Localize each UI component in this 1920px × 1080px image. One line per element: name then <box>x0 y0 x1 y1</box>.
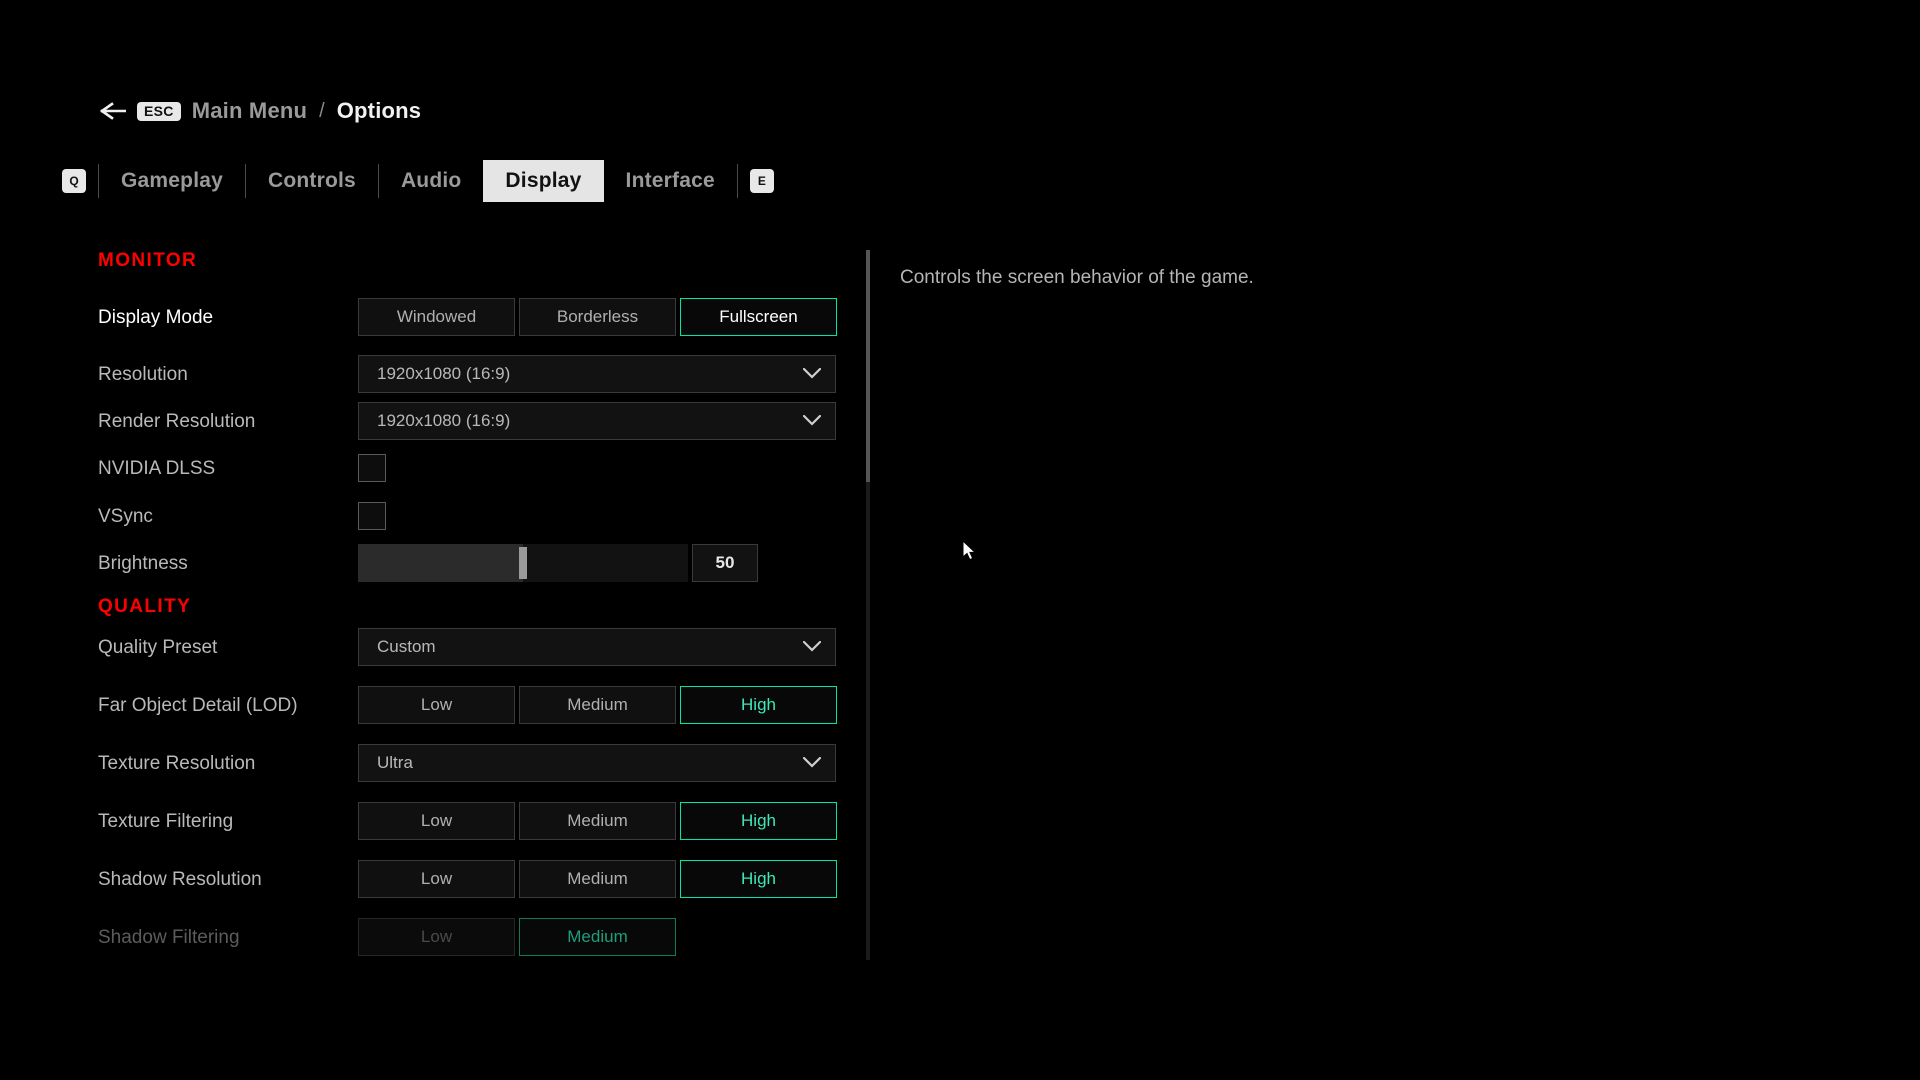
section-header-quality: QUALITY <box>98 596 191 618</box>
setting-row-quality-preset: Quality Preset Custom <box>0 628 880 668</box>
tab-display[interactable]: Display <box>483 160 603 202</box>
brightness-slider[interactable] <box>358 544 688 582</box>
tab-interface[interactable]: Interface <box>604 160 737 202</box>
mouse-cursor <box>962 540 978 567</box>
shadow-filtering-option-medium[interactable]: Medium <box>519 918 676 956</box>
esc-key-badge[interactable]: ESC <box>137 102 181 121</box>
setting-label: NVIDIA DLSS <box>98 458 215 480</box>
setting-row-vsync: VSync <box>0 497 880 537</box>
setting-row-texture-resolution: Texture Resolution Ultra <box>0 744 880 784</box>
chevron-down-icon <box>803 637 821 657</box>
setting-row-resolution: Resolution 1920x1080 (16:9) <box>0 355 880 395</box>
texture-resolution-value: Ultra <box>377 753 413 773</box>
texture-filtering-option-low[interactable]: Low <box>358 802 515 840</box>
setting-row-brightness: Brightness 50 <box>0 544 880 584</box>
quality-preset-dropdown[interactable]: Custom <box>358 628 836 666</box>
setting-label: Display Mode <box>98 307 213 329</box>
setting-label: Resolution <box>98 364 188 386</box>
resolution-dropdown[interactable]: 1920x1080 (16:9) <box>358 355 836 393</box>
options-tabbar: Q Gameplay Controls Audio Display Interf… <box>62 160 774 202</box>
options-screen: ESC Main Menu / Options Q Gameplay Contr… <box>0 0 1920 1080</box>
breadcrumb-current: Options <box>337 98 422 124</box>
setting-row-render-resolution: Render Resolution 1920x1080 (16:9) <box>0 402 880 442</box>
chevron-down-icon <box>803 364 821 384</box>
chevron-down-icon <box>803 411 821 431</box>
tab-gameplay[interactable]: Gameplay <box>99 160 245 202</box>
setting-label: Shadow Resolution <box>98 869 262 891</box>
display-mode-option-fullscreen[interactable]: Fullscreen <box>680 298 837 336</box>
setting-row-shadow-resolution: Shadow Resolution Low Medium High <box>0 860 880 900</box>
texture-filtering-segmented: Low Medium High <box>358 802 837 840</box>
setting-row-shadow-filtering: Shadow Filtering Low Medium <box>0 918 880 958</box>
texture-filtering-option-high[interactable]: High <box>680 802 837 840</box>
texture-filtering-option-medium[interactable]: Medium <box>519 802 676 840</box>
far-object-detail-option-low[interactable]: Low <box>358 686 515 724</box>
nvidia-dlss-checkbox-wrap <box>358 449 386 482</box>
texture-resolution-dropdown[interactable]: Ultra <box>358 744 836 782</box>
far-object-detail-option-high[interactable]: High <box>680 686 837 724</box>
vsync-checkbox[interactable] <box>358 502 386 530</box>
brightness-slider-wrap: 50 <box>358 544 758 582</box>
shadow-resolution-segmented: Low Medium High <box>358 860 837 898</box>
setting-row-display-mode: Display Mode Windowed Borderless Fullscr… <box>0 298 880 338</box>
render-resolution-dropdown[interactable]: 1920x1080 (16:9) <box>358 402 836 440</box>
setting-label: Texture Resolution <box>98 753 255 775</box>
breadcrumb: ESC Main Menu / Options <box>100 96 421 126</box>
setting-label: Texture Filtering <box>98 811 233 833</box>
next-tab-key-badge[interactable]: E <box>750 169 774 193</box>
setting-label: VSync <box>98 506 153 528</box>
render-resolution-value: 1920x1080 (16:9) <box>377 411 510 431</box>
far-object-detail-segmented: Low Medium High <box>358 686 837 724</box>
shadow-resolution-option-medium[interactable]: Medium <box>519 860 676 898</box>
settings-list: MONITOR Display Mode Windowed Borderless… <box>0 250 880 1080</box>
settings-scrollbar-thumb[interactable] <box>866 250 870 482</box>
brightness-slider-fill <box>358 544 523 582</box>
chevron-down-icon <box>803 753 821 773</box>
shadow-filtering-option-low[interactable]: Low <box>358 918 515 956</box>
brightness-slider-handle[interactable] <box>519 547 527 579</box>
brightness-value: 50 <box>692 544 758 582</box>
display-mode-option-windowed[interactable]: Windowed <box>358 298 515 336</box>
setting-label: Render Resolution <box>98 411 255 433</box>
setting-label: Far Object Detail (LOD) <box>98 695 298 717</box>
settings-scrollbar-track[interactable] <box>866 250 870 960</box>
display-mode-option-borderless[interactable]: Borderless <box>519 298 676 336</box>
tab-audio[interactable]: Audio <box>379 160 483 202</box>
breadcrumb-separator: / <box>319 100 325 123</box>
far-object-detail-option-medium[interactable]: Medium <box>519 686 676 724</box>
setting-label: Brightness <box>98 553 188 575</box>
setting-row-texture-filtering: Texture Filtering Low Medium High <box>0 802 880 842</box>
quality-preset-value: Custom <box>377 637 436 657</box>
section-header-monitor: MONITOR <box>98 250 197 272</box>
breadcrumb-parent[interactable]: Main Menu <box>192 98 307 124</box>
setting-row-nvidia-dlss: NVIDIA DLSS <box>0 449 880 489</box>
prev-tab-key-badge[interactable]: Q <box>62 169 86 193</box>
shadow-resolution-option-high[interactable]: High <box>680 860 837 898</box>
setting-description: Controls the screen behavior of the game… <box>900 265 1254 292</box>
resolution-value: 1920x1080 (16:9) <box>377 364 510 384</box>
shadow-filtering-segmented: Low Medium <box>358 918 676 956</box>
nvidia-dlss-checkbox[interactable] <box>358 454 386 482</box>
shadow-resolution-option-low[interactable]: Low <box>358 860 515 898</box>
display-mode-segmented: Windowed Borderless Fullscreen <box>358 298 837 336</box>
setting-label: Quality Preset <box>98 637 217 659</box>
setting-label: Shadow Filtering <box>98 927 240 949</box>
tab-divider <box>737 164 738 198</box>
tab-controls[interactable]: Controls <box>246 160 378 202</box>
arrow-left-icon[interactable] <box>100 100 126 122</box>
options-content: MONITOR Display Mode Windowed Borderless… <box>0 250 1920 1080</box>
vsync-checkbox-wrap <box>358 497 386 530</box>
setting-row-far-object-detail: Far Object Detail (LOD) Low Medium High <box>0 686 880 726</box>
